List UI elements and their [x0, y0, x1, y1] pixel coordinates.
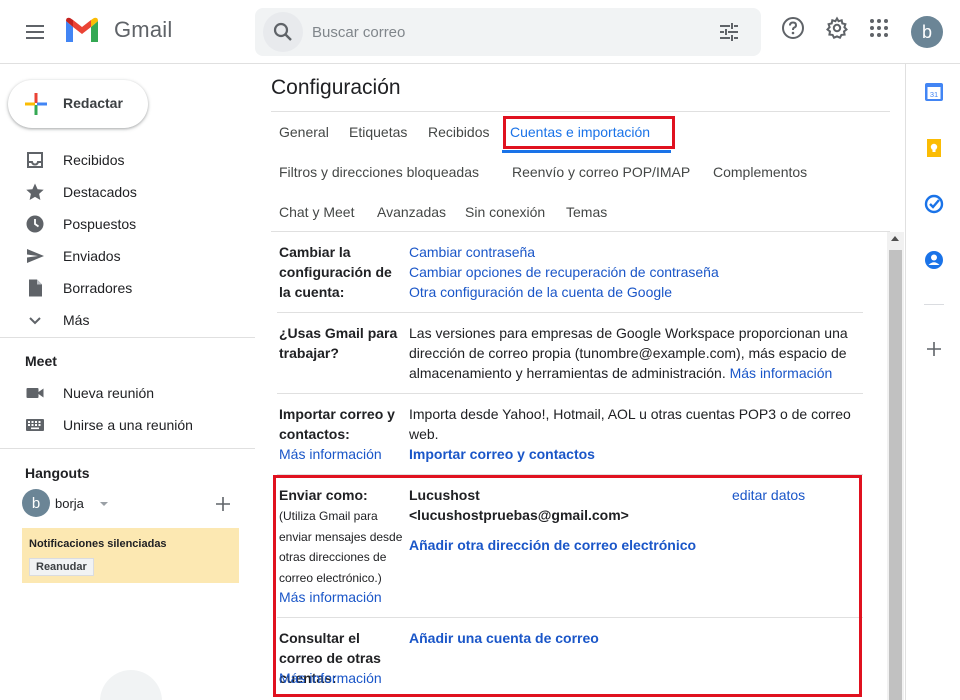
row-label-import: Importar correo y contactos: — [279, 406, 395, 442]
row-label-workspace: ¿Usas Gmail para trabajar? — [279, 325, 398, 361]
hangouts-user-name[interactable]: borja — [55, 496, 84, 511]
sidebar-item-join-meeting[interactable]: Unirse a una reunión — [0, 409, 255, 441]
send-icon — [27, 249, 44, 263]
settings-gear-icon[interactable] — [825, 16, 849, 40]
sidebar-item-sent[interactable]: Enviados — [0, 240, 255, 272]
tab-offline[interactable]: Sin conexión — [465, 204, 545, 220]
page-title: Configuración — [271, 76, 401, 99]
tab-addons[interactable]: Complementos — [713, 164, 807, 180]
google-account-settings-link[interactable]: Otra configuración de la cuenta de Googl… — [409, 282, 672, 302]
draft-icon — [29, 279, 42, 297]
calendar-icon[interactable]: 31 — [924, 82, 944, 102]
divider — [0, 337, 255, 338]
scrollbar-thumb[interactable] — [889, 250, 902, 700]
contacts-icon[interactable] — [924, 250, 944, 270]
clock-icon — [26, 215, 44, 233]
gmail-logo[interactable]: Gmail — [64, 16, 172, 44]
sidebar-item-label: Pospuestos — [63, 216, 137, 232]
active-tab-indicator — [502, 150, 671, 153]
keyboard-icon — [26, 419, 44, 431]
gmail-m-icon — [66, 17, 98, 42]
tab-labels[interactable]: Etiquetas — [349, 124, 407, 140]
scroll-up-arrow-icon[interactable] — [891, 236, 899, 241]
hangouts-section-title: Hangouts — [25, 465, 90, 481]
gmail-app: Gmail Buscar correo b Redactar Recibidos… — [0, 0, 960, 700]
tab-chat-meet[interactable]: Chat y Meet — [279, 204, 354, 220]
tab-themes[interactable]: Temas — [566, 204, 607, 220]
sidebar-item-inbox[interactable]: Recibidos — [0, 144, 255, 176]
sidebar-item-drafts[interactable]: Borradores — [0, 272, 255, 304]
tasks-icon[interactable] — [924, 194, 944, 214]
main-menu-icon[interactable] — [15, 12, 55, 52]
scrollbar[interactable] — [887, 232, 904, 700]
tab-inbox[interactable]: Recibidos — [428, 124, 489, 140]
help-icon[interactable] — [781, 16, 805, 40]
sidebar-item-label: Unirse a una reunión — [63, 417, 193, 433]
resume-button[interactable]: Reanudar — [29, 558, 94, 576]
search-input[interactable] — [312, 8, 692, 56]
sidebar-item-new-meeting[interactable]: Nueva reunión — [0, 377, 255, 409]
apps-grid-icon[interactable] — [867, 16, 891, 40]
change-password-link[interactable]: Cambiar contraseña — [409, 242, 535, 262]
sidebar-item-label: Destacados — [63, 184, 137, 200]
tab-highlight-annotation — [503, 116, 675, 149]
sidebar-item-starred[interactable]: Destacados — [0, 176, 255, 208]
recovery-options-link[interactable]: Cambiar opciones de recuperación de cont… — [409, 262, 719, 282]
sidebar-item-label: Recibidos — [63, 152, 125, 168]
workspace-more-info-link[interactable]: Más información — [730, 365, 833, 381]
sidebar: Redactar Recibidos Destacados Pospuestos… — [0, 64, 255, 700]
tab-advanced[interactable]: Avanzadas — [377, 204, 446, 220]
search-options-icon[interactable] — [717, 20, 741, 44]
search-icon[interactable] — [263, 12, 303, 52]
search-bar — [255, 8, 761, 56]
keep-icon[interactable] — [924, 138, 944, 158]
top-bar: Gmail Buscar correo b — [0, 0, 960, 64]
inbox-icon — [27, 152, 43, 168]
notification-text: Notificaciones silenciadas — [29, 538, 167, 550]
hangouts-user-avatar[interactable]: b — [22, 489, 50, 517]
tab-general[interactable]: General — [279, 124, 329, 140]
meet-section-title: Meet — [25, 353, 57, 369]
app-name: Gmail — [114, 17, 173, 42]
side-apps-panel: 31 — [905, 64, 960, 700]
compose-button[interactable]: Redactar — [8, 80, 148, 128]
chevron-down-icon — [29, 317, 41, 325]
divider — [0, 448, 255, 449]
sidebar-item-snoozed[interactable]: Pospuestos — [0, 208, 255, 240]
add-contact-icon[interactable] — [213, 494, 233, 514]
sidebar-item-label: Enviados — [63, 248, 121, 264]
calendar-day: 31 — [930, 90, 938, 99]
import-description: Importa desde Yahoo!, Hotmail, AOL u otr… — [409, 406, 851, 442]
caret-down-icon[interactable] — [100, 502, 108, 506]
notification-banner: Notificaciones silenciadas Reanudar — [22, 528, 239, 583]
account-avatar[interactable]: b — [911, 16, 943, 48]
row-divider — [277, 312, 863, 313]
sidebar-item-label: Borradores — [63, 280, 133, 296]
highlight-annotation-box — [273, 475, 862, 697]
tab-forwarding[interactable]: Reenvío y correo POP/IMAP — [512, 164, 690, 180]
sidebar-item-more[interactable]: Más — [0, 304, 255, 336]
tab-filters[interactable]: Filtros y direcciones bloqueadas — [279, 164, 479, 180]
add-icon[interactable] — [924, 339, 944, 359]
divider — [924, 304, 944, 305]
row-label-account-settings: Cambiar la configuración de la cuenta: — [279, 244, 392, 300]
video-icon — [26, 388, 44, 398]
import-more-info-link[interactable]: Más información — [279, 444, 382, 464]
divider — [271, 111, 890, 112]
sidebar-item-label: Nueva reunión — [63, 385, 155, 401]
compose-label: Redactar — [63, 95, 123, 111]
row-divider — [277, 393, 863, 394]
sidebar-item-label: Más — [63, 312, 90, 328]
compose-plus-icon — [25, 93, 47, 115]
import-mail-contacts-link[interactable]: Importar correo y contactos — [409, 444, 595, 464]
hangouts-placeholder-graphic — [100, 670, 162, 700]
star-icon — [26, 183, 44, 200]
workspace-description: Las versiones para empresas de Google Wo… — [409, 323, 864, 383]
